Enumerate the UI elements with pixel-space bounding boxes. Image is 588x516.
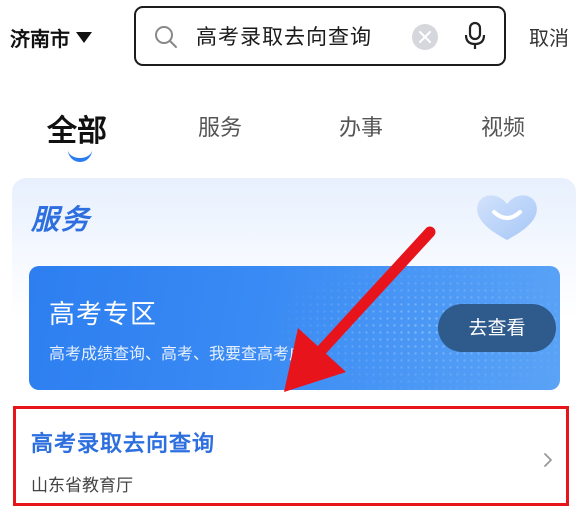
view-button[interactable]: 去查看 — [438, 304, 556, 352]
search-input[interactable]: 高考录取去向查询 — [134, 6, 506, 66]
tab-videos[interactable]: 视频 — [481, 110, 525, 142]
gaokao-zone-banner[interactable]: 高考专区 高考成绩查询、高考、我要查高考成... 去查看 — [29, 266, 560, 390]
active-tab-indicator — [68, 150, 92, 162]
tab-services[interactable]: 服务 — [198, 110, 242, 142]
search-icon — [155, 26, 177, 48]
top-bar: 济南市 高考录取去向查询 取消 — [0, 0, 588, 80]
clear-icon[interactable] — [412, 24, 438, 50]
banner-title: 高考专区 — [49, 300, 158, 330]
microphone-icon[interactable] — [464, 21, 486, 51]
banner-subtitle: 高考成绩查询、高考、我要查高考成... — [49, 344, 321, 363]
city-label: 济南市 — [10, 26, 70, 51]
dropdown-caret-icon — [76, 31, 92, 43]
heart-logo-icon — [477, 195, 537, 240]
city-selector[interactable]: 济南市 — [10, 20, 92, 54]
search-query: 高考录取去向查询 — [196, 25, 372, 49]
highlight-box — [13, 406, 569, 506]
tab-affairs[interactable]: 办事 — [339, 110, 383, 142]
tab-all[interactable]: 全部 — [47, 106, 107, 150]
section-title: 服务 — [31, 203, 92, 236]
cancel-button[interactable]: 取消 — [529, 22, 569, 51]
tab-bar: 全部 服务 办事 视频 — [0, 100, 588, 162]
